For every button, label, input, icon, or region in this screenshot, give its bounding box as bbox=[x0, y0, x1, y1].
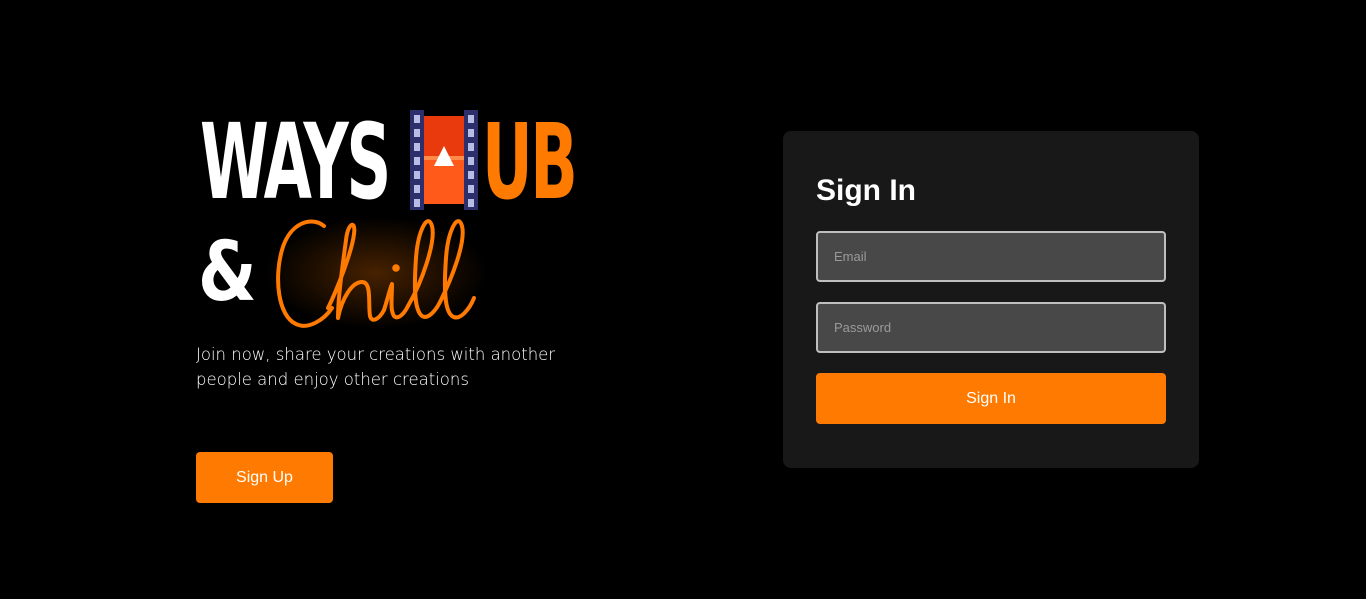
signup-button[interactable]: Sign Up bbox=[196, 452, 333, 503]
film-play-icon bbox=[410, 110, 478, 210]
password-input[interactable] bbox=[816, 302, 1166, 353]
tagline-line-2: people and enjoy other creations bbox=[196, 370, 469, 389]
logo-word-ub: UB bbox=[482, 101, 578, 223]
logo-word-ways: WAYS bbox=[200, 101, 391, 223]
brand-logo: WAYS UB & bbox=[196, 108, 596, 338]
email-input[interactable] bbox=[816, 231, 1166, 282]
logo-ampersand: & bbox=[198, 225, 257, 320]
hero-tagline: Join now, share your creations with anot… bbox=[196, 342, 576, 392]
signin-title: Sign In bbox=[816, 174, 916, 207]
logo-chill-script bbox=[276, 219, 476, 328]
tagline-line-1: Join now, share your creations with anot… bbox=[196, 345, 556, 364]
signin-submit-button[interactable]: Sign In bbox=[816, 373, 1166, 424]
signin-card: Sign In Sign In bbox=[783, 131, 1199, 468]
landing-page: WAYS UB & Join now, share your creations… bbox=[0, 0, 1366, 599]
